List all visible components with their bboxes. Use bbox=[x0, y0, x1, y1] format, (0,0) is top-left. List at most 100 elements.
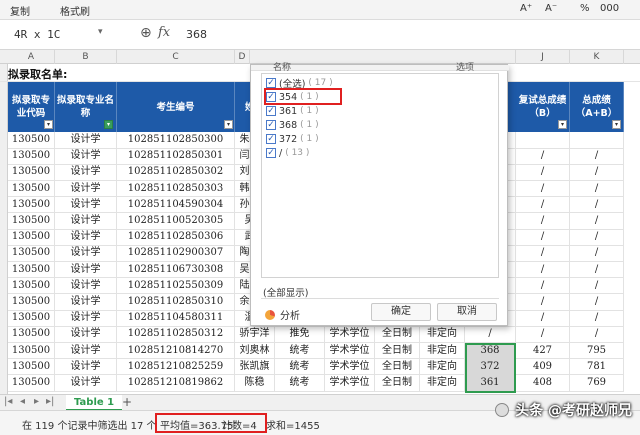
table-cell-major[interactable]: 设计学 bbox=[55, 326, 117, 343]
table-cell-id[interactable]: 102851102850300 bbox=[117, 132, 235, 148]
table-cell-k[interactable]: / bbox=[570, 277, 624, 294]
show-all-label[interactable]: (全部显示) bbox=[263, 285, 308, 299]
table-cell-id[interactable]: 102851104580311 bbox=[117, 310, 235, 327]
copy-button[interactable]: 复制 bbox=[10, 3, 30, 18]
filter-dropdown-k[interactable]: ▾ bbox=[612, 120, 621, 129]
format-painter-button[interactable]: 格式刷 bbox=[60, 3, 90, 18]
table-cell-major[interactable]: 设计学 bbox=[55, 358, 117, 375]
checkbox-checked-icon[interactable]: ✓ bbox=[266, 134, 276, 144]
sheet-title[interactable]: 拟录取名单: bbox=[8, 66, 67, 82]
table-cell-major[interactable]: 设计学 bbox=[55, 229, 117, 246]
table-cell-j[interactable]: / bbox=[516, 164, 570, 181]
add-sheet-button[interactable]: + bbox=[122, 395, 132, 409]
spreadsheet-grid[interactable]: 拟录取名单: 拟录取专业代码 拟录取专业名称 考生编号 姓名 复试总成绩（B） … bbox=[0, 63, 640, 394]
fx-icon[interactable]: fx bbox=[158, 25, 170, 40]
table-cell-k[interactable]: 781 bbox=[570, 358, 624, 375]
table-cell-f[interactable]: 学术学位 bbox=[325, 375, 375, 391]
table-cell-id[interactable]: 102851102850312 bbox=[117, 326, 235, 343]
table-cell-k[interactable]: / bbox=[570, 164, 624, 181]
table-cell-j[interactable]: / bbox=[516, 261, 570, 278]
table-cell-h[interactable]: 非定向 bbox=[420, 342, 465, 359]
table-cell-major[interactable]: 设计学 bbox=[55, 310, 117, 327]
checkbox-checked-icon[interactable]: ✓ bbox=[266, 120, 276, 130]
table-cell-id[interactable]: 102851210825259 bbox=[117, 358, 235, 375]
table-cell-k[interactable]: 795 bbox=[570, 342, 624, 359]
table-cell-k[interactable]: / bbox=[570, 261, 624, 278]
table-cell-k[interactable]: / bbox=[570, 196, 624, 213]
formula-input[interactable]: 368 bbox=[186, 28, 207, 41]
table-cell-id[interactable]: 102851100520305 bbox=[117, 213, 235, 229]
table-cell-g[interactable]: 全日制 bbox=[375, 342, 420, 359]
name-box[interactable]: 4R x 1C bbox=[14, 28, 60, 41]
table-cell-k[interactable]: / bbox=[570, 310, 624, 327]
table-cell-k[interactable]: / bbox=[570, 294, 624, 310]
table-cell-code[interactable]: 130500 bbox=[8, 294, 55, 310]
table-cell-i[interactable]: / bbox=[465, 326, 516, 343]
table-cell-major[interactable]: 设计学 bbox=[55, 261, 117, 278]
table-cell-code[interactable]: 130500 bbox=[8, 375, 55, 391]
table-cell-j[interactable]: / bbox=[516, 196, 570, 213]
zoom-icon[interactable]: ⊕ bbox=[140, 25, 152, 41]
table-cell-id[interactable]: 102851102850302 bbox=[117, 164, 235, 181]
table-cell-g[interactable]: 全日制 bbox=[375, 326, 420, 343]
ok-button[interactable]: 确定 bbox=[371, 303, 431, 321]
table-cell-k[interactable]: / bbox=[570, 326, 624, 343]
table-cell-id[interactable]: 102851102850301 bbox=[117, 148, 235, 165]
table-cell-code[interactable]: 130500 bbox=[8, 245, 55, 262]
table-cell-j[interactable] bbox=[516, 132, 570, 148]
table-cell-k[interactable]: / bbox=[570, 148, 624, 165]
filter-item-368[interactable]: ✓ 368 ( 1 ) bbox=[266, 118, 319, 132]
checkbox-checked-icon[interactable]: ✓ bbox=[266, 106, 276, 116]
table-cell-code[interactable]: 130500 bbox=[8, 148, 55, 165]
table-cell-k[interactable]: 769 bbox=[570, 375, 624, 391]
cancel-button[interactable]: 取消 bbox=[437, 303, 497, 321]
column-header-c[interactable]: C bbox=[117, 50, 235, 64]
table-cell-major[interactable]: 设计学 bbox=[55, 342, 117, 359]
table-cell-j[interactable]: / bbox=[516, 326, 570, 343]
percent-button[interactable]: % bbox=[580, 3, 590, 14]
thousands-button[interactable]: 000 bbox=[600, 3, 619, 14]
table-cell-j[interactable]: / bbox=[516, 213, 570, 229]
table-cell-j[interactable]: / bbox=[516, 148, 570, 165]
table-cell-k[interactable]: / bbox=[570, 245, 624, 262]
table-cell-major[interactable]: 设计学 bbox=[55, 196, 117, 213]
table-cell-e[interactable]: 统考 bbox=[275, 342, 325, 359]
table-cell-j[interactable]: / bbox=[516, 180, 570, 197]
prev-sheet-icon[interactable]: ◂ bbox=[20, 396, 25, 407]
table-cell-g[interactable]: 全日制 bbox=[375, 358, 420, 375]
sum-readout[interactable]: 求和=1455 bbox=[266, 417, 320, 432]
table-cell-major[interactable]: 设计学 bbox=[55, 245, 117, 262]
table-cell-code[interactable]: 130500 bbox=[8, 132, 55, 148]
table-cell-code[interactable]: 130500 bbox=[8, 310, 55, 327]
table-cell-j[interactable]: / bbox=[516, 245, 570, 262]
table-cell-k[interactable]: / bbox=[570, 229, 624, 246]
table-cell-j[interactable]: 409 bbox=[516, 358, 570, 375]
table-cell-major[interactable]: 设计学 bbox=[55, 213, 117, 229]
column-header-i[interactable] bbox=[508, 50, 516, 64]
first-sheet-icon[interactable]: |◂ bbox=[4, 396, 12, 407]
sheet-tab-table-1[interactable]: Table 1 bbox=[66, 395, 123, 411]
table-cell-code[interactable]: 130500 bbox=[8, 261, 55, 278]
table-cell-id[interactable]: 102851102550309 bbox=[117, 277, 235, 294]
filter-item-372[interactable]: ✓ 372 ( 1 ) bbox=[266, 132, 319, 146]
column-header-b[interactable]: B bbox=[55, 50, 117, 64]
next-sheet-icon[interactable]: ▸ bbox=[34, 396, 39, 407]
column-header-d[interactable]: D bbox=[235, 50, 250, 64]
table-cell-j[interactable]: / bbox=[516, 229, 570, 246]
filter-item-361[interactable]: ✓ 361 ( 1 ) bbox=[266, 104, 319, 118]
table-row[interactable]: 130500 设计学 102851210814270 刘奥林 统考 学术学位 全日制 非定向 3… bbox=[8, 342, 624, 360]
table-cell-j[interactable]: / bbox=[516, 310, 570, 327]
table-cell-id[interactable]: 102851210814270 bbox=[117, 342, 235, 359]
table-cell-code[interactable]: 130500 bbox=[8, 277, 55, 294]
table-cell-i[interactable]: 372 bbox=[465, 358, 516, 375]
filter-dropdown-a[interactable]: ▾ bbox=[44, 120, 53, 129]
table-cell-id[interactable]: 102851106730308 bbox=[117, 261, 235, 278]
column-header-a[interactable]: A bbox=[8, 50, 55, 64]
table-cell-k[interactable]: / bbox=[570, 180, 624, 197]
filter-value-list[interactable]: ✓ (全选) ( 17 ) ✓ 354 ( 1 ) ✓ 361 ( 1 ) ✓ … bbox=[261, 73, 499, 278]
table-cell-f[interactable]: 学术学位 bbox=[325, 358, 375, 375]
table-cell-code[interactable]: 130500 bbox=[8, 358, 55, 375]
table-cell-id[interactable]: 102851102850306 bbox=[117, 229, 235, 246]
table-cell-id[interactable]: 102851102850303 bbox=[117, 180, 235, 197]
table-cell-k[interactable]: / bbox=[570, 213, 624, 229]
